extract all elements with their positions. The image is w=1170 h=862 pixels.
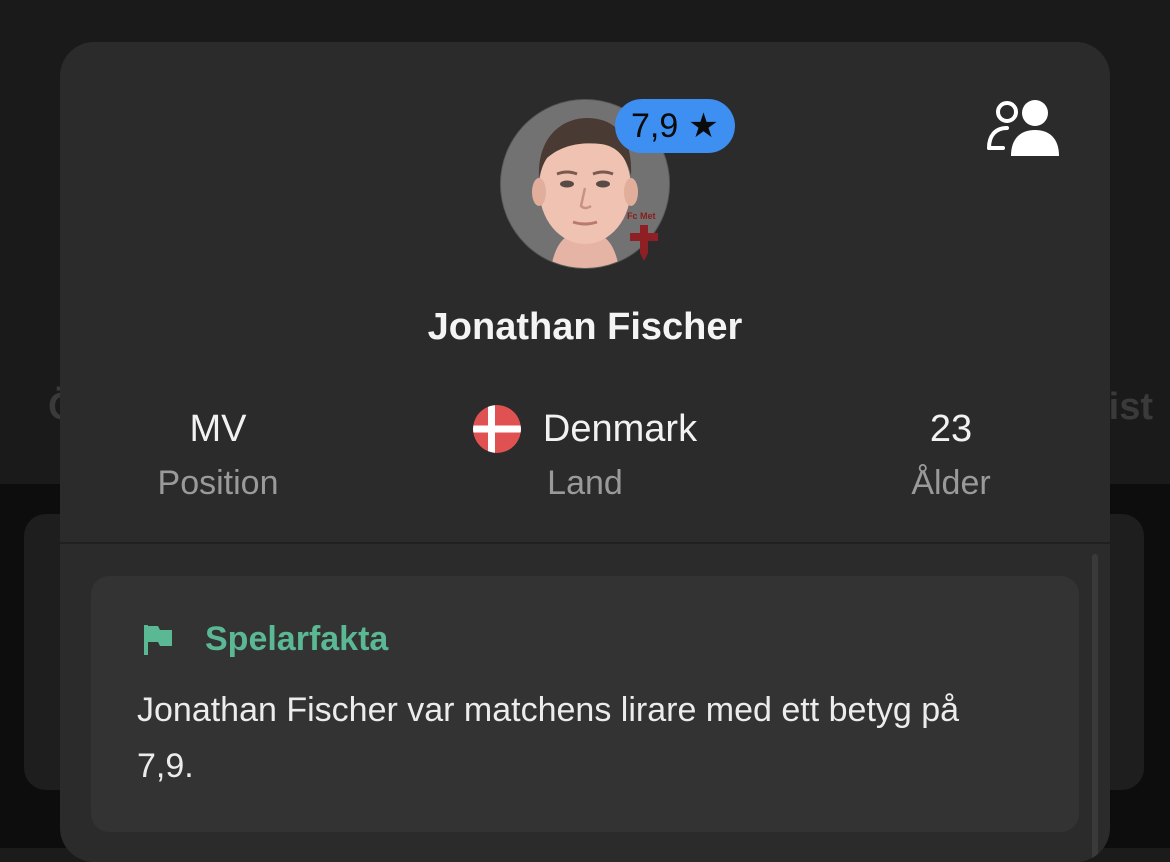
denmark-flag-icon [472,405,521,453]
scrollbar[interactable] [1092,554,1098,862]
switch-player-icon[interactable] [985,98,1061,160]
player-sheet: Fc Met 7,9 ★ Jonathan Fischer MV Positio… [60,42,1110,862]
player-name: Jonathan Fischer [427,306,743,348]
club-badge-text: Fc Met [627,211,656,221]
stat-country: Denmark Land [425,404,745,503]
stat-label: Land [547,464,623,502]
stat-value-row: Denmark [425,404,745,454]
player-fact-card: Spelarfakta Jonathan Fischer var matchen… [91,576,1079,832]
stat-label: Ålder [911,464,991,502]
stat-value: MV [189,407,247,450]
stat-age: 23 Ålder [791,404,1110,503]
fact-title: Spelarfakta [205,620,389,658]
club-badge-icon: Fc Met [627,211,658,261]
rating-value: 7,9 [631,106,679,145]
rating-badge: 7,9 ★ [615,99,735,153]
flag-icon [144,624,172,655]
stat-value: 23 [929,407,973,450]
stat-label: Position [157,464,279,502]
divider [60,542,1110,544]
fact-header: Spelarfakta [141,620,388,659]
fact-text: Jonathan Fischer var matchens lirare med… [137,691,960,785]
stat-position: MV Position [60,404,378,503]
stat-value: Denmark [542,407,698,450]
star-icon: ★ [688,107,719,145]
